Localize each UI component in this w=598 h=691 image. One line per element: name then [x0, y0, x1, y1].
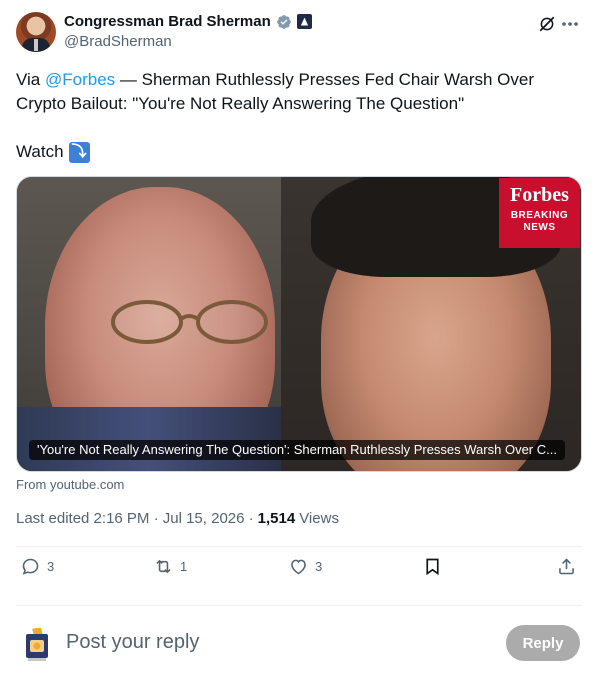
- badge-line-2: NEWS: [523, 222, 556, 233]
- author-name-row: Congressman Brad Sherman: [64, 13, 312, 30]
- edited-timestamp[interactable]: Last edited 2:16 PM · Jul 15, 2026 ·: [16, 510, 254, 527]
- watch-line: Watch ⤵: [16, 140, 90, 164]
- author-avatar[interactable]: [16, 12, 56, 52]
- author-display-name[interactable]: Congressman Brad Sherman: [64, 13, 271, 30]
- share-button[interactable]: [556, 556, 577, 577]
- grok-icon[interactable]: [538, 15, 556, 33]
- repost-count: 1: [180, 559, 188, 574]
- video-caption: 'You're Not Really Answering The Questio…: [29, 440, 565, 460]
- divider-top: [16, 546, 582, 547]
- comment-icon: [22, 558, 39, 575]
- forbes-mention-link[interactable]: @Forbes: [45, 70, 115, 89]
- watch-label: Watch: [16, 142, 64, 161]
- reply-input[interactable]: Post your reply: [66, 631, 199, 654]
- video-card[interactable]: Forbes BREAKING NEWS 'You're Not Really …: [16, 176, 582, 472]
- government-badge-icon: [296, 14, 312, 29]
- tweet-meta: Last edited 2:16 PM · Jul 15, 2026 · 1,5…: [16, 510, 339, 527]
- tweet-dash: —: [115, 70, 142, 89]
- share-icon: [559, 558, 574, 575]
- left-speaker-image: [17, 177, 281, 471]
- reply-button[interactable]: 3: [20, 556, 54, 577]
- divider-bottom: [16, 605, 582, 606]
- user-avatar[interactable]: [24, 628, 50, 662]
- link-source[interactable]: From youtube.com: [16, 477, 124, 492]
- like-count: 3: [315, 559, 323, 574]
- forbes-breaking-news-badge: Forbes BREAKING NEWS: [499, 178, 580, 248]
- forbes-logo: Forbes: [510, 184, 569, 206]
- bookmark-button[interactable]: [422, 556, 443, 577]
- heart-icon: [291, 559, 306, 575]
- bookmark-icon: [426, 558, 439, 576]
- verified-badge-icon: [276, 14, 291, 29]
- repost-button[interactable]: 1: [153, 556, 187, 577]
- action-bar: 3 1 3: [16, 556, 582, 586]
- views-label: Views: [299, 510, 339, 527]
- reply-count: 3: [47, 559, 55, 574]
- badge-line-1: BREAKING: [510, 210, 569, 221]
- tweet-header: Congressman Brad Sherman @BradSherman: [16, 12, 582, 54]
- tweet-text: Via @Forbes — Sherman Ruthlessly Presses…: [16, 68, 582, 116]
- reply-submit-button[interactable]: Reply: [506, 625, 580, 661]
- repost-icon: [156, 559, 171, 574]
- tweet-prefix: Via: [16, 70, 45, 89]
- arrow-down-right-emoji-icon: ⤵: [68, 141, 90, 163]
- more-icon[interactable]: [560, 14, 580, 34]
- like-button[interactable]: 3: [288, 556, 322, 577]
- views-count: 1,514: [257, 510, 296, 527]
- author-handle[interactable]: @BradSherman: [64, 33, 172, 50]
- reply-composer: Post your reply Reply: [16, 620, 582, 670]
